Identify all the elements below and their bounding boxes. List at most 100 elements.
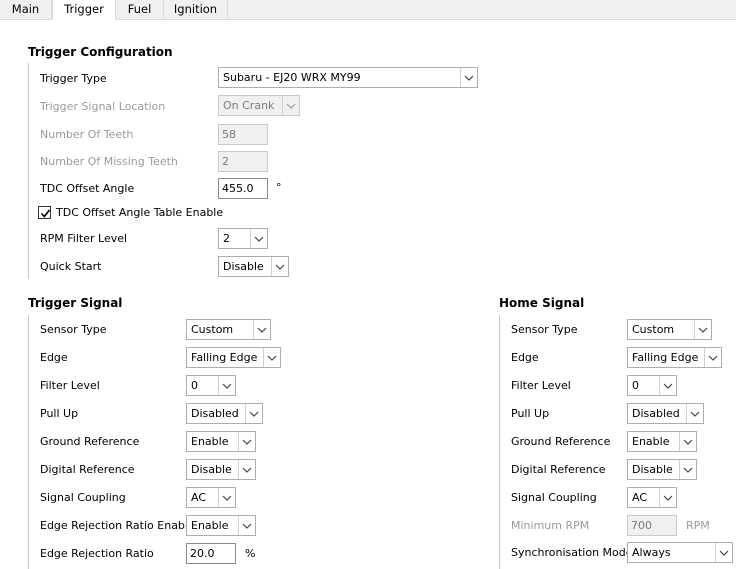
trigger-sensor-type-value: Custom xyxy=(191,323,234,336)
home-edge-label: Edge xyxy=(511,351,539,364)
home-digital-reference-value: Disable xyxy=(632,463,673,476)
minimum-rpm-unit: RPM xyxy=(686,519,710,532)
chevron-down-icon xyxy=(679,432,696,451)
trigger-pull-up-dropdown[interactable]: Disabled xyxy=(186,403,263,424)
trigger-filter-level-value: 0 xyxy=(191,379,198,392)
trigger-edge-dropdown[interactable]: Falling Edge xyxy=(186,347,281,368)
home-pull-up-dropdown[interactable]: Disabled xyxy=(627,403,704,424)
chevron-down-icon xyxy=(704,348,721,367)
edge-rejection-ratio-unit: % xyxy=(245,547,256,560)
edge-rejection-ratio-input[interactable]: 20.0 xyxy=(186,543,236,564)
trigger-configuration-group-line xyxy=(28,63,29,279)
minimum-rpm-input[interactable]: 700 xyxy=(627,515,677,536)
trigger-filter-level-label: Filter Level xyxy=(40,379,100,392)
trigger-sensor-type-dropdown[interactable]: Custom xyxy=(186,319,271,340)
trigger-ground-reference-value: Enable xyxy=(191,435,229,448)
trigger-signal-location-dropdown[interactable]: On Crank xyxy=(218,95,300,116)
rpm-filter-level-label: RPM Filter Level xyxy=(40,232,128,245)
chevron-down-icon xyxy=(715,543,732,562)
trigger-pull-up-value: Disabled xyxy=(191,407,239,420)
tab-main[interactable]: Main xyxy=(0,0,52,20)
number-of-teeth-input[interactable]: 58 xyxy=(218,124,268,145)
tab-ignition[interactable]: Ignition xyxy=(164,0,228,20)
home-filter-level-value: 0 xyxy=(632,379,639,392)
number-of-teeth-label: Number Of Teeth xyxy=(40,128,134,141)
synchronisation-mode-dropdown[interactable]: Always xyxy=(627,542,733,563)
synchronisation-mode-label: Synchronisation Mode xyxy=(511,546,633,559)
trigger-signal-group-line xyxy=(28,315,29,569)
rpm-filter-level-dropdown[interactable]: 2 xyxy=(218,228,268,249)
chevron-down-icon xyxy=(238,516,255,535)
home-digital-reference-dropdown[interactable]: Disable xyxy=(627,459,697,480)
trigger-signal-location-label: Trigger Signal Location xyxy=(40,100,166,113)
quick-start-dropdown[interactable]: Disable xyxy=(218,256,289,277)
trigger-type-value: Subaru - EJ20 WRX MY99 xyxy=(223,71,361,84)
edge-rejection-enable-dropdown[interactable]: Enable xyxy=(186,515,256,536)
chevron-down-icon xyxy=(253,320,270,339)
home-edge-value: Falling Edge xyxy=(632,351,699,364)
home-signal-coupling-dropdown[interactable]: AC xyxy=(627,487,677,508)
home-ground-reference-dropdown[interactable]: Enable xyxy=(627,431,697,452)
checkmark-icon xyxy=(40,209,51,218)
chevron-down-icon xyxy=(659,376,676,395)
trigger-type-dropdown[interactable]: Subaru - EJ20 WRX MY99 xyxy=(218,67,478,88)
home-ground-reference-label: Ground Reference xyxy=(511,435,611,448)
home-sensor-type-value: Custom xyxy=(632,323,675,336)
tdc-offset-table-enable-label: TDC Offset Angle Table Enable xyxy=(56,206,224,219)
home-filter-level-dropdown[interactable]: 0 xyxy=(627,375,677,396)
chevron-down-icon xyxy=(263,348,280,367)
tdc-offset-angle-unit: ° xyxy=(276,181,282,194)
trigger-sensor-type-label: Sensor Type xyxy=(40,323,107,336)
chevron-down-icon xyxy=(218,488,235,507)
home-sensor-type-label: Sensor Type xyxy=(511,323,578,336)
home-signal-group-line xyxy=(499,315,500,569)
minimum-rpm-label: Minimum RPM xyxy=(511,519,590,532)
chevron-down-icon xyxy=(245,404,262,423)
home-filter-level-label: Filter Level xyxy=(511,379,571,392)
chevron-down-icon xyxy=(686,404,703,423)
chevron-down-icon xyxy=(460,68,477,87)
home-digital-reference-label: Digital Reference xyxy=(511,463,606,476)
tab-bar: Main Trigger Fuel Ignition xyxy=(0,0,736,20)
chevron-down-icon xyxy=(250,229,267,248)
chevron-down-icon xyxy=(238,460,255,479)
trigger-signal-coupling-dropdown[interactable]: AC xyxy=(186,487,236,508)
home-signal-title: Home Signal xyxy=(499,296,585,310)
chevron-down-icon xyxy=(282,96,299,115)
edge-rejection-enable-value: Enable xyxy=(191,519,229,532)
chevron-down-icon xyxy=(238,432,255,451)
chevron-down-icon xyxy=(659,488,676,507)
trigger-configuration-title: Trigger Configuration xyxy=(28,45,173,59)
trigger-signal-coupling-value: AC xyxy=(191,491,207,504)
home-edge-dropdown[interactable]: Falling Edge xyxy=(627,347,722,368)
trigger-filter-level-dropdown[interactable]: 0 xyxy=(186,375,236,396)
tab-fuel[interactable]: Fuel xyxy=(116,0,164,20)
quick-start-value: Disable xyxy=(223,260,264,273)
trigger-ground-reference-dropdown[interactable]: Enable xyxy=(186,431,256,452)
trigger-type-label: Trigger Type xyxy=(40,72,107,85)
quick-start-label: Quick Start xyxy=(40,260,102,273)
tdc-offset-angle-label: TDC Offset Angle xyxy=(40,182,135,195)
home-signal-coupling-value: AC xyxy=(632,491,648,504)
chevron-down-icon xyxy=(271,257,288,276)
tdc-offset-angle-input[interactable]: 455.0 xyxy=(218,178,268,199)
trigger-ground-reference-label: Ground Reference xyxy=(40,435,140,448)
home-sensor-type-dropdown[interactable]: Custom xyxy=(627,319,712,340)
chevron-down-icon xyxy=(694,320,711,339)
tab-trigger[interactable]: Trigger xyxy=(52,0,116,20)
tdc-offset-table-enable-checkbox[interactable] xyxy=(38,206,51,219)
home-ground-reference-value: Enable xyxy=(632,435,670,448)
trigger-signal-location-value: On Crank xyxy=(223,99,275,112)
number-of-missing-teeth-input[interactable]: 2 xyxy=(218,151,268,172)
chevron-down-icon xyxy=(218,376,235,395)
home-pull-up-label: Pull Up xyxy=(511,407,550,420)
trigger-pull-up-label: Pull Up xyxy=(40,407,79,420)
trigger-signal-coupling-label: Signal Coupling xyxy=(40,491,126,504)
rpm-filter-level-value: 2 xyxy=(223,232,230,245)
trigger-digital-reference-value: Disable xyxy=(191,463,232,476)
trigger-digital-reference-dropdown[interactable]: Disable xyxy=(186,459,256,480)
number-of-missing-teeth-label: Number Of Missing Teeth xyxy=(40,155,178,168)
synchronisation-mode-value: Always xyxy=(632,546,671,559)
home-pull-up-value: Disabled xyxy=(632,407,680,420)
home-signal-coupling-label: Signal Coupling xyxy=(511,491,597,504)
